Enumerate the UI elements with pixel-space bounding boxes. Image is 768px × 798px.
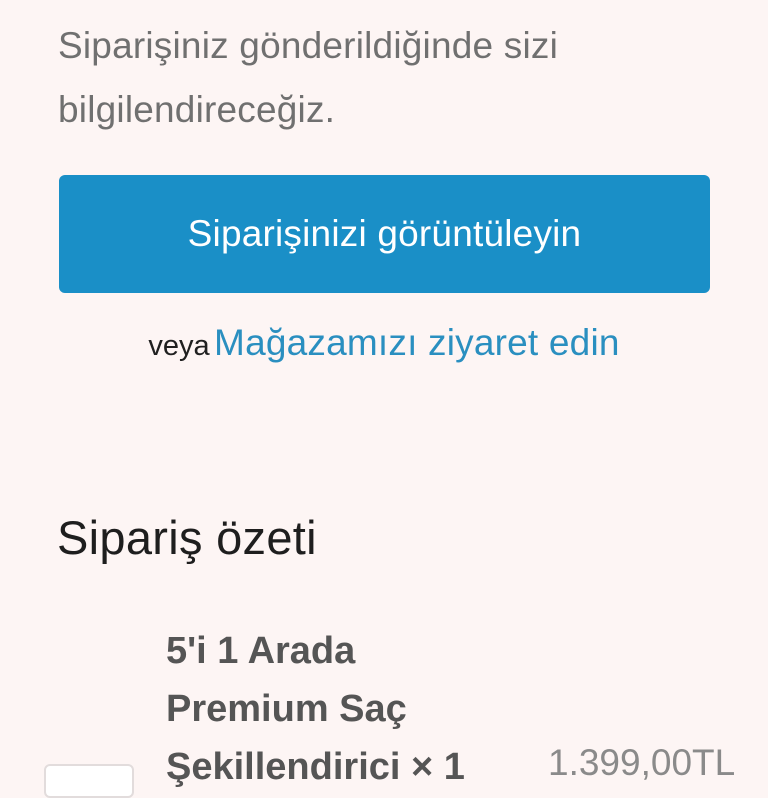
or-label: veya [148, 330, 210, 362]
visit-store-link[interactable]: Mağazamızı ziyaret edin [214, 322, 620, 363]
product-name: 5'i 1 Arada Premium Saç Şekillendirici ×… [166, 622, 511, 796]
product-thumbnail [44, 764, 134, 798]
order-summary-title: Sipariş özeti [57, 511, 317, 564]
alternative-action-row: veya Mağazamızı ziyaret edin [0, 322, 768, 364]
product-price: 1.399,00TL [548, 742, 736, 783]
order-summary-item: 5'i 1 Arada Premium Saç Şekillendirici ×… [0, 620, 768, 798]
order-shipped-notice: Siparişiniz gönderildiğinde sizi bilgile… [58, 25, 558, 130]
view-order-button[interactable]: Siparişinizi görüntüleyin [59, 175, 710, 293]
product-quantity: × 1 [411, 746, 465, 788]
product-title: 5'i 1 Arada Premium Saç Şekillendirici [166, 630, 407, 788]
